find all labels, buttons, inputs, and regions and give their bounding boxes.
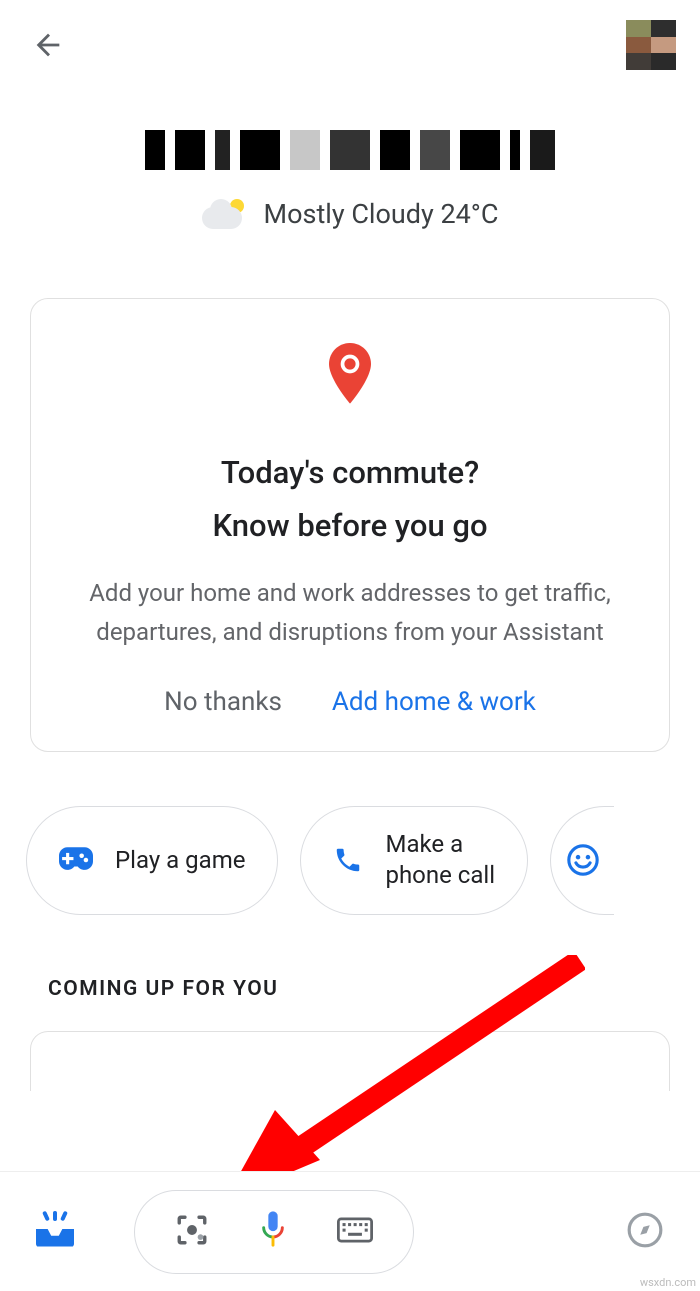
weather-summary[interactable]: Mostly Cloudy 24°C: [0, 198, 700, 230]
commute-card: Today's commute? Know before you go Add …: [30, 298, 670, 752]
phone-call-chip[interactable]: Make aphone call: [300, 806, 528, 914]
bottom-toolbar: [0, 1171, 700, 1291]
explore-button[interactable]: [626, 1211, 664, 1253]
play-game-chip[interactable]: Play a game: [26, 806, 278, 914]
upcoming-card-peek[interactable]: [30, 1031, 670, 1091]
input-methods-pill: [134, 1190, 414, 1274]
back-arrow-icon: [31, 28, 65, 62]
weather-cloudy-icon: [202, 199, 246, 229]
lens-icon: [175, 1213, 209, 1247]
no-thanks-button[interactable]: No thanks: [164, 687, 282, 717]
commute-subtitle: Add your home and work addresses to get …: [61, 574, 639, 651]
phone-call-label: Make aphone call: [385, 829, 495, 891]
coming-up-heading: COMING UP FOR YOU: [48, 977, 700, 1001]
emoji-chip-partial[interactable]: [550, 806, 614, 914]
play-game-label: Play a game: [115, 845, 245, 876]
keyboard-icon: [337, 1216, 373, 1244]
suggestion-chips-row: Play a game Make aphone call: [26, 806, 700, 914]
updates-button[interactable]: [36, 1217, 74, 1247]
add-home-work-button[interactable]: Add home & work: [332, 687, 536, 717]
mic-button[interactable]: [259, 1211, 287, 1253]
lens-button[interactable]: [175, 1213, 209, 1251]
smiley-icon: [566, 843, 600, 877]
profile-avatar[interactable]: [626, 20, 676, 70]
watermark: wsxdn.com: [640, 1276, 696, 1289]
commute-title-line1: Today's commute?: [61, 447, 639, 500]
updates-icon: [44, 1211, 66, 1221]
compass-icon: [626, 1211, 664, 1249]
greeting-title-redacted: [0, 130, 700, 170]
keyboard-button[interactable]: [337, 1216, 373, 1248]
phone-icon: [333, 845, 363, 875]
back-button[interactable]: [24, 21, 72, 69]
gamepad-icon: [59, 847, 93, 873]
weather-text: Mostly Cloudy 24°C: [264, 198, 499, 230]
commute-title-line2: Know before you go: [61, 500, 639, 553]
map-pin-icon: [322, 343, 378, 413]
mic-icon: [259, 1211, 287, 1249]
